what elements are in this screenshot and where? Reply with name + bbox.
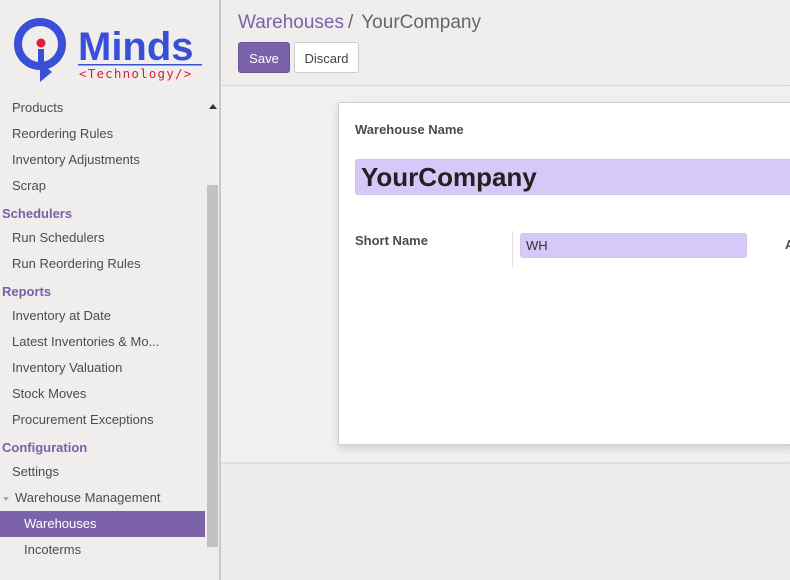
sidebar-section-reports: Reports — [2, 284, 52, 299]
sidebar-item-inventory-at-date[interactable]: Inventory at Date — [0, 303, 205, 329]
sidebar-section-configuration: Configuration — [2, 440, 88, 455]
sidebar-item-inventory-valuation[interactable]: Inventory Valuation — [0, 355, 205, 381]
sidebar-item-label: Warehouse Management — [15, 490, 161, 505]
sidebar-item-warehouse-management[interactable]: Warehouse Management — [0, 485, 205, 511]
sidebar-item-incoterms[interactable]: Incoterms — [0, 537, 205, 563]
sidebar-item-latest-inventories[interactable]: Latest Inventories & Mo... — [0, 329, 205, 355]
truncated-field-label: A — [785, 237, 790, 252]
sidebar: Minds <Technology/> Products Reordering … — [0, 0, 221, 580]
sidebar-item-stock-moves[interactable]: Stock Moves — [0, 381, 205, 407]
sidebar-item-run-reordering-rules[interactable]: Run Reordering Rules — [0, 251, 205, 277]
field-divider — [512, 231, 513, 267]
sidebar-menu: Products Reordering Rules Inventory Adju… — [0, 95, 205, 563]
logo-tagline: <Technology/> — [79, 66, 192, 81]
sidebar-item-procurement-exceptions[interactable]: Procurement Exceptions — [0, 407, 205, 433]
sidebar-item-inventory-adjustments[interactable]: Inventory Adjustments — [0, 147, 205, 173]
sidebar-item-warehouses[interactable]: Warehouses — [0, 511, 205, 537]
sidebar-item-products[interactable]: Products — [0, 95, 205, 121]
sidebar-section-schedulers: Schedulers — [2, 206, 73, 221]
control-panel: Warehouses / YourCompany Save Discard — [221, 0, 790, 86]
short-name-label: Short Name — [355, 233, 428, 248]
breadcrumb-separator: / — [347, 12, 354, 33]
caret-down-icon — [3, 496, 9, 501]
scrollbar-thumb[interactable] — [207, 185, 218, 547]
sidebar-item-settings[interactable]: Settings — [0, 459, 205, 485]
sidebar-item-run-schedulers[interactable]: Run Schedulers — [0, 225, 205, 251]
sidebar-item-reordering-rules[interactable]: Reordering Rules — [0, 121, 205, 147]
scroll-up-arrow-icon[interactable] — [209, 104, 217, 109]
discard-button[interactable]: Discard — [294, 42, 359, 73]
save-button[interactable]: Save — [238, 42, 290, 73]
breadcrumb-current: YourCompany — [361, 12, 481, 33]
short-name-input[interactable] — [520, 233, 747, 258]
logo-brand: Minds — [78, 25, 194, 69]
warehouse-name-label: Warehouse Name — [355, 122, 464, 137]
warehouse-name-input[interactable] — [355, 159, 790, 195]
breadcrumb-warehouses-link[interactable]: Warehouses — [238, 12, 344, 33]
form-sheet: Warehouse Name Short Name A — [338, 102, 790, 445]
form-view: Warehouse Name Short Name A — [221, 86, 790, 464]
sidebar-item-scrap[interactable]: Scrap — [0, 173, 205, 199]
breadcrumb: Warehouses / YourCompany — [238, 12, 481, 34]
company-logo[interactable]: Minds <Technology/> — [12, 12, 208, 84]
